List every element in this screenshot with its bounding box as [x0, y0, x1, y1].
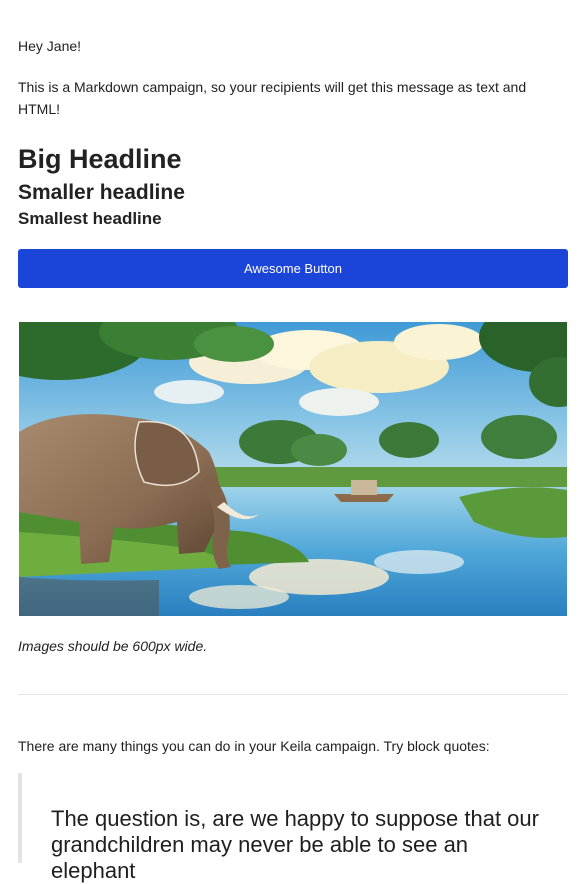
awesome-button[interactable]: Awesome Button: [18, 249, 568, 288]
intro-paragraph: This is a Markdown campaign, so your rec…: [18, 79, 527, 117]
image-caption: Images should be 600px wide.: [18, 638, 208, 654]
big-headline: Big Headline: [18, 144, 182, 174]
quote-text: The question is, are we happy to suppose…: [51, 806, 539, 883]
hero-image-elephant: [19, 322, 567, 616]
block-quote: The question is, are we happy to suppose…: [18, 773, 572, 883]
smallest-headline: Smallest headline: [18, 209, 162, 228]
divider: [18, 694, 568, 695]
smaller-headline: Smaller headline: [18, 181, 185, 204]
greeting-text: Hey Jane!: [18, 38, 82, 54]
body-paragraph: There are many things you can do in your…: [18, 738, 490, 754]
